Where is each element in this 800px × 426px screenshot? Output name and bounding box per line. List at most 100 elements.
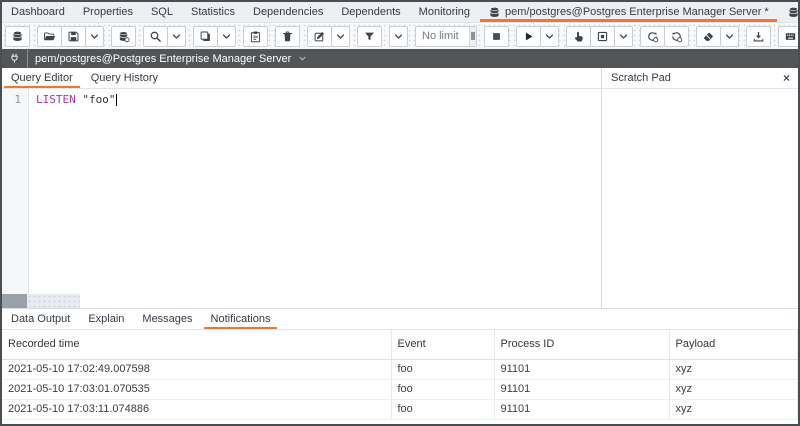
table-cell: 91101 — [494, 359, 669, 379]
tab-query-tool-active[interactable]: pem/postgres@Postgres Enterprise Manager… — [479, 2, 778, 22]
line-number-gutter: 1 — [2, 89, 29, 308]
rollback-button[interactable] — [664, 26, 689, 47]
execute-options-dropdown[interactable] — [540, 26, 559, 47]
query-tool-button[interactable] — [5, 26, 30, 47]
download-results-button[interactable] — [746, 26, 771, 47]
copy-button[interactable] — [193, 26, 218, 47]
commit-icon — [646, 30, 659, 43]
find-options-dropdown[interactable] — [167, 26, 186, 47]
filter-options-dropdown[interactable] — [389, 26, 408, 47]
explain-options-dropdown[interactable] — [614, 26, 633, 47]
explain-button[interactable] — [566, 26, 591, 47]
execute-button[interactable] — [516, 26, 541, 47]
hand-pointer-icon — [572, 30, 585, 43]
tab-properties[interactable]: Properties — [74, 2, 142, 22]
chevron-down-icon — [220, 30, 233, 43]
explain-analyze-button[interactable] — [590, 26, 615, 47]
query-editor[interactable]: 1 LISTEN "foo" — [2, 89, 601, 308]
output-tab-bar: Data OutputExplainMessages Notifications — [2, 309, 798, 330]
tab-explain[interactable]: Explain — [79, 309, 133, 329]
table-cell: 2021-05-10 17:03:01.070535 — [2, 379, 391, 399]
save-file-button[interactable] — [61, 26, 86, 47]
tab-statistics[interactable]: Statistics — [182, 2, 244, 22]
tab-dependents[interactable]: Dependents — [332, 2, 409, 22]
open-file-button[interactable] — [37, 26, 62, 47]
table-row[interactable]: 2021-05-10 17:02:49.007598foo91101xyz — [2, 359, 798, 379]
toolbar-group — [640, 26, 689, 47]
tab-data-output[interactable]: Data Output — [2, 309, 79, 329]
column-header-recorded-time[interactable]: Recorded time — [2, 330, 391, 359]
toolbar-group — [275, 26, 300, 47]
commit-button[interactable] — [640, 26, 665, 47]
tab-notifications[interactable]: Notifications — [202, 309, 280, 329]
table-cell: 2021-05-10 17:03:11.074886 — [2, 399, 391, 419]
table-row[interactable]: 2021-05-10 17:03:01.070535foo91101xyz — [2, 379, 798, 399]
column-header-process-id[interactable]: Process ID — [494, 330, 669, 359]
db-icon — [11, 30, 24, 43]
save-options-dropdown[interactable] — [85, 26, 104, 47]
find-button[interactable] — [143, 26, 168, 47]
scratch-pad-content[interactable] — [602, 89, 798, 308]
paste-button[interactable] — [243, 26, 268, 47]
notifications-grid: Recorded timeEventProcess IDPayload 2021… — [2, 330, 798, 424]
output-panel: Data OutputExplainMessagesNotifications … — [2, 308, 798, 424]
limit-value: No limit — [416, 30, 469, 42]
toolbar-group — [389, 26, 408, 47]
row-limit-input[interactable]: No limit — [415, 26, 477, 47]
clear-button[interactable] — [696, 26, 721, 47]
edit-options-dropdown[interactable] — [331, 26, 350, 47]
tab-label: Properties — [83, 6, 133, 18]
tab-sql[interactable]: SQL — [142, 2, 182, 22]
table-cell: foo — [391, 359, 494, 379]
limit-spinner[interactable] — [469, 27, 476, 46]
table-cell: xyz — [669, 399, 798, 419]
scrollbar-thumb[interactable] — [2, 294, 27, 308]
clear-options-dropdown[interactable] — [720, 26, 739, 47]
table-cell: 91101 — [494, 399, 669, 419]
tab-dashboard[interactable]: Dashboard — [2, 2, 74, 22]
connection-selector[interactable]: pem/postgres@Postgres Enterprise Manager… — [28, 53, 308, 65]
toolbar-group — [746, 26, 771, 47]
tab-label: Notifications — [211, 313, 271, 325]
query-editor-panel: Query Editor Query History 1 LISTEN "foo" — [2, 68, 602, 308]
chevron-down-icon — [543, 30, 556, 43]
scratch-pad-close-button[interactable]: × — [775, 68, 798, 88]
column-header-payload[interactable]: Payload — [669, 330, 798, 359]
line-number: 1 — [14, 93, 21, 106]
table-cell: 91101 — [494, 379, 669, 399]
object-tab-bar: DashboardPropertiesSQLStatisticsDependen… — [2, 2, 798, 23]
editor-horizontal-scrollbar[interactable] — [2, 294, 80, 308]
table-cell: 2021-05-10 17:02:49.007598 — [2, 359, 391, 379]
trash-icon — [281, 30, 294, 43]
edit-button[interactable] — [307, 26, 332, 47]
tab-query-editor[interactable]: Query Editor — [2, 68, 82, 88]
scratch-pad-spacer — [680, 68, 775, 88]
code-token-string: "foo" — [82, 93, 115, 106]
connection-bar: pem/postgres@Postgres Enterprise Manager… — [2, 49, 798, 68]
cancel-query-button[interactable] — [484, 26, 509, 47]
toolbar-group — [516, 26, 559, 47]
delete-button[interactable] — [275, 26, 300, 47]
table-row[interactable]: 2021-05-10 17:03:11.074886foo91101xyz — [2, 399, 798, 419]
query-toolbar: No limit — [2, 23, 798, 49]
tab-monitoring[interactable]: Monitoring — [410, 2, 479, 22]
filter-button[interactable] — [357, 26, 382, 47]
save-data-changes-button[interactable] — [111, 26, 136, 47]
tab-query-tool-2[interactable]: pem/postgres... — [778, 2, 800, 22]
chevron-down-icon — [723, 30, 736, 43]
table-cell: xyz — [669, 359, 798, 379]
tab-label: Query Editor — [11, 72, 73, 84]
tab-query-history[interactable]: Query History — [82, 68, 167, 88]
tab-messages[interactable]: Messages — [133, 309, 201, 329]
chevron-down-icon — [617, 30, 630, 43]
connection-label: pem/postgres@Postgres Enterprise Manager… — [35, 53, 291, 65]
copy-options-dropdown[interactable] — [217, 26, 236, 47]
editor-tab-bar: Query Editor Query History — [2, 68, 601, 89]
download-icon — [752, 30, 765, 43]
scratch-pad-panel: Scratch Pad × — [602, 68, 798, 308]
tab-dependencies[interactable]: Dependencies — [244, 2, 332, 22]
code-area[interactable]: LISTEN "foo" — [29, 89, 601, 308]
macros-button[interactable] — [778, 26, 800, 47]
filter-icon — [363, 30, 376, 43]
column-header-event[interactable]: Event — [391, 330, 494, 359]
